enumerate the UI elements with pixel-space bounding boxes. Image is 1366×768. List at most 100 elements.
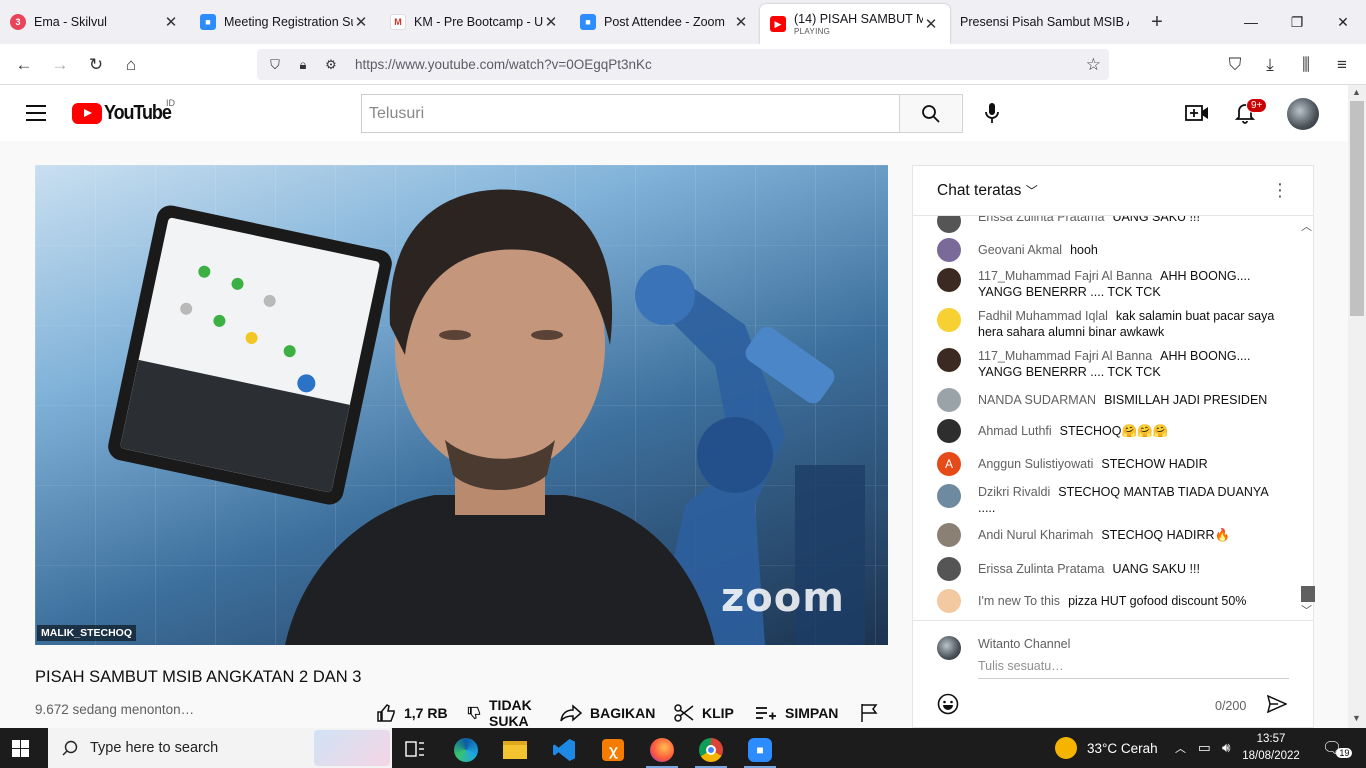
minimize-window-button[interactable]: — [1228, 0, 1274, 44]
scroll-down-arrow-icon[interactable]: ▼ [1352, 713, 1361, 723]
page-scrollbar[interactable]: ▲ ▼ [1348, 85, 1366, 728]
tracking-protection-shield-icon[interactable]: ⛉ [265, 57, 285, 73]
user-avatar[interactable] [937, 238, 961, 262]
more-options-icon[interactable]: ⋮ [1271, 180, 1289, 201]
notification-center-button[interactable]: 🗨︎ 19 [1322, 728, 1353, 768]
chat-text: hooh [1070, 243, 1098, 257]
downloads-icon[interactable]: ⤓ [1257, 52, 1283, 78]
close-tab-icon[interactable]: ✕ [353, 13, 369, 31]
dislike-button[interactable]: TIDAK SUKA [467, 697, 532, 729]
lock-icon[interactable]: 🔒︎ [293, 57, 313, 73]
browser-tab[interactable]: ■ Meeting Registration Succ ✕ [190, 0, 380, 44]
vscode-icon[interactable] [542, 732, 586, 768]
chat-scrollbar[interactable]: ︿ ﹀ [1298, 216, 1315, 619]
user-avatar[interactable] [937, 348, 961, 372]
chat-author[interactable]: Anggun Sulistiyowati [978, 457, 1093, 471]
reload-button[interactable]: ↻ [83, 52, 109, 78]
chat-author[interactable]: I'm new To this [978, 594, 1060, 608]
chat-mode-dropdown[interactable]: Chat teratas ﹀ [937, 182, 1038, 200]
chat-author[interactable]: 117_Muhammad Fajri Al Banna [978, 349, 1152, 363]
like-button[interactable]: 1,7 RB [376, 697, 448, 729]
close-tab-icon[interactable]: ✕ [733, 13, 749, 31]
scroll-down-arrow-icon[interactable]: ﹀ [1301, 602, 1312, 618]
library-icon[interactable]: ⫼ [1293, 52, 1319, 78]
close-tab-icon[interactable]: ✕ [163, 13, 179, 31]
user-avatar[interactable] [937, 484, 961, 508]
voice-search-button[interactable] [972, 93, 1012, 133]
url-text[interactable]: https://www.youtube.com/watch?v=0OEgqPt3… [355, 57, 652, 72]
forward-button[interactable]: → [47, 52, 73, 78]
chrome-icon[interactable] [689, 732, 733, 768]
chat-scrollbar-thumb[interactable] [1301, 586, 1315, 602]
menu-icon[interactable]: ≡ [1329, 52, 1355, 78]
show-hidden-icons-button[interactable]: ︿ [1175, 728, 1186, 768]
bookmark-star-icon[interactable]: ☆ [1086, 55, 1101, 75]
account-avatar[interactable] [1287, 98, 1319, 130]
volume-icon[interactable]: 🔊︎ [1222, 728, 1231, 768]
task-view-icon[interactable] [393, 732, 437, 768]
chat-author[interactable]: Fadhil Muhammad Iqlal [978, 309, 1108, 323]
create-button[interactable] [1183, 99, 1211, 127]
close-tab-icon[interactable]: ✕ [923, 15, 939, 33]
chat-author[interactable]: Dzikri Rivaldi [978, 485, 1050, 499]
chat-text: STECHOW HADIR [1101, 457, 1208, 471]
browser-tab[interactable]: ■ Post Attendee - Zoom ✕ [570, 0, 760, 44]
back-button[interactable]: ← [11, 52, 37, 78]
user-avatar[interactable] [937, 523, 961, 547]
chat-author[interactable]: 117_Muhammad Fajri Al Banna [978, 269, 1152, 283]
weather-widget[interactable]: 33°C Cerah [1055, 728, 1158, 768]
firefox-icon[interactable] [640, 732, 684, 768]
system-clock[interactable]: 13:57 18/08/2022 [1241, 731, 1301, 765]
close-tab-icon[interactable]: ✕ [543, 13, 559, 31]
close-window-button[interactable]: ✕ [1320, 0, 1366, 44]
user-avatar[interactable] [937, 557, 961, 581]
browser-tab-active[interactable]: ▶ (14) PISAH SAMBUT MSIB PLAYING ✕ [760, 4, 950, 44]
user-avatar[interactable]: A [937, 452, 961, 476]
browser-tab[interactable]: M KM - Pre Bootcamp - UI/U ✕ [380, 0, 570, 44]
pocket-icon[interactable]: ⛉ [1222, 52, 1248, 78]
video-player[interactable]: zoom MALIK_STECHOQ [35, 165, 888, 645]
send-icon[interactable] [1266, 694, 1288, 718]
page-scrollbar-thumb[interactable] [1350, 101, 1364, 316]
user-avatar[interactable] [937, 589, 961, 613]
xampp-icon[interactable]: ꭓ [591, 732, 635, 768]
search-button[interactable] [899, 94, 963, 133]
share-button[interactable]: BAGIKAN [560, 697, 655, 729]
taskbar-search-box[interactable]: Type here to search [48, 728, 392, 768]
browser-tab[interactable]: Presensi Pisah Sambut MSIB A [950, 0, 1140, 44]
report-button[interactable] [860, 697, 886, 729]
guide-menu-icon[interactable] [26, 105, 46, 121]
user-avatar[interactable] [937, 268, 961, 292]
search-input[interactable]: Telusuri [361, 94, 900, 133]
emoji-picker-icon[interactable] [937, 693, 961, 717]
chat-input-area: Witanto Channel Tulis sesuatu… 0/200 [913, 620, 1313, 729]
user-avatar[interactable] [937, 216, 961, 233]
home-button[interactable]: ⌂ [118, 52, 144, 78]
clip-button[interactable]: KLIP [674, 697, 734, 729]
clip-label: KLIP [702, 705, 734, 721]
address-bar[interactable]: ⛉ 🔒︎ ⚙ https://www.youtube.com/watch?v=0… [257, 49, 1109, 80]
windows-start-icon[interactable] [12, 740, 29, 757]
new-tab-button[interactable]: + [1140, 0, 1174, 44]
chat-message-input[interactable]: Tulis sesuatu… [978, 659, 1289, 679]
network-icon[interactable]: ▭ [1198, 728, 1211, 768]
maximize-window-button[interactable]: ❐ [1274, 0, 1320, 44]
zoom-app-icon[interactable]: ■ [738, 732, 782, 768]
permissions-icon[interactable]: ⚙ [321, 57, 341, 73]
edge-icon[interactable] [444, 732, 488, 768]
user-avatar[interactable] [937, 308, 961, 332]
youtube-logo[interactable]: YouTube ID [72, 98, 178, 124]
chat-author[interactable]: Geovani Akmal [978, 243, 1062, 257]
chat-author[interactable]: Erissa Zulinta Pratama [978, 562, 1104, 576]
save-button[interactable]: SIMPAN [755, 697, 838, 729]
chat-author[interactable]: Andi Nurul Kharimah [978, 528, 1093, 542]
scroll-up-arrow-icon[interactable]: ▲ [1352, 87, 1361, 97]
chat-author[interactable]: Ahmad Luthfi [978, 424, 1052, 438]
user-avatar[interactable] [937, 419, 961, 443]
browser-tab[interactable]: 3 Ema - Skilvul ✕ [0, 0, 190, 44]
chat-author[interactable]: NANDA SUDARMAN [978, 393, 1096, 407]
file-explorer-icon[interactable] [493, 732, 537, 768]
scroll-up-arrow-icon[interactable]: ︿ [1301, 218, 1312, 234]
chat-author[interactable]: Erissa Zulinta Pratama [978, 216, 1104, 224]
user-avatar[interactable] [937, 388, 961, 412]
